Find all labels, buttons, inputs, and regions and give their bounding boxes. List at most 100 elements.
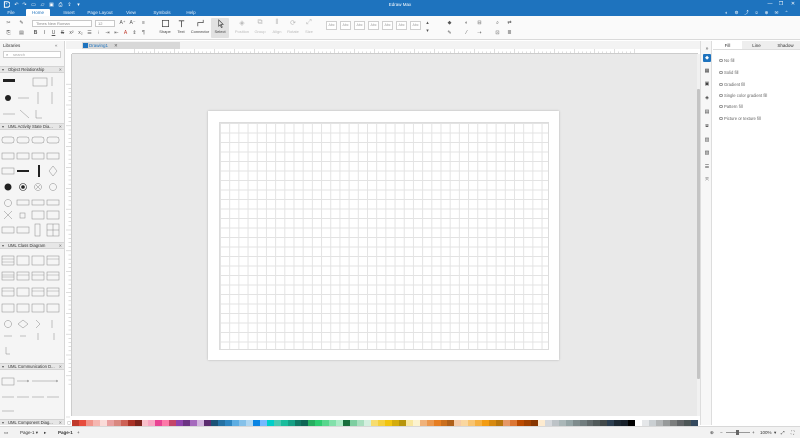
library-section-uml-activity[interactable]: ▾ UML Activity State Dia... ✕: [0, 123, 64, 130]
zoom-level[interactable]: 100%: [760, 430, 772, 435]
format-painter-icon[interactable]: ✎: [18, 20, 25, 27]
bullets-icon[interactable]: ☰: [86, 30, 93, 37]
tab-view[interactable]: View: [120, 9, 142, 16]
indent-icon[interactable]: ⇥: [104, 30, 111, 37]
layers-panel-icon[interactable]: ◈: [703, 94, 711, 102]
tab-page-layout[interactable]: Page Layout: [84, 9, 116, 16]
position-button[interactable]: ◈ Position: [233, 18, 251, 38]
style-sample-2[interactable]: Abc: [340, 21, 351, 30]
style-sample-6[interactable]: Abc: [396, 21, 407, 30]
uml-communication-shapes[interactable]: [0, 371, 65, 419]
shrink-font-icon[interactable]: A⁻: [129, 20, 136, 27]
collapse-ribbon-icon[interactable]: ⌃: [783, 9, 790, 16]
zoom-dropdown-icon[interactable]: ▾: [774, 430, 776, 436]
arrow-style-icon[interactable]: ⇢: [476, 30, 483, 37]
close-tab-icon[interactable]: ✕: [114, 42, 118, 49]
user-icon[interactable]: ☺: [753, 9, 760, 16]
library-section-uml-communication[interactable]: ▾ UML Communication D... ✕: [0, 363, 64, 370]
chart-panel-icon[interactable]: ⧈: [703, 122, 711, 130]
library-section-object-relationship[interactable]: ▾ Object Relationship ✕: [0, 66, 64, 73]
arrange-icon[interactable]: ⊟: [476, 20, 483, 27]
fit-page-icon[interactable]: ⊕: [710, 430, 714, 436]
lock-icon[interactable]: ⊡: [494, 30, 501, 37]
object-relationship-shapes[interactable]: [0, 74, 65, 124]
style-sample-1[interactable]: Abc: [326, 21, 337, 30]
font-size-select[interactable]: 12: [95, 20, 115, 27]
outdent-icon[interactable]: ⇤: [113, 30, 120, 37]
cart-icon[interactable]: ⊕: [763, 9, 770, 16]
replace-icon[interactable]: ⇄: [506, 20, 513, 27]
tab-insert[interactable]: Insert: [56, 9, 82, 16]
font-color-icon[interactable]: A: [122, 30, 129, 37]
tab-file[interactable]: File: [2, 9, 20, 16]
document-panel-icon[interactable]: ▤: [703, 108, 711, 116]
close-section-icon[interactable]: ✕: [59, 364, 62, 370]
radio-icon[interactable]: [719, 70, 723, 74]
fit-window-icon[interactable]: ⤢: [781, 430, 785, 435]
superscript-icon[interactable]: x²: [68, 30, 75, 37]
select-tool-button[interactable]: Select: [211, 18, 229, 38]
style-sample-3[interactable]: Abc: [354, 21, 365, 30]
styles-scroll-down-icon[interactable]: ▾: [424, 28, 431, 35]
cut-icon[interactable]: ✂: [5, 20, 12, 27]
layers-icon[interactable]: ≣: [506, 30, 513, 37]
page-selector[interactable]: Page-1 ▾: [20, 430, 38, 436]
text-style-icon[interactable]: ¶: [140, 30, 147, 37]
text-align-icon[interactable]: ≡: [140, 20, 147, 27]
radio-icon[interactable]: [719, 116, 723, 120]
document-tab[interactable]: Drawing1 ✕: [82, 42, 180, 49]
styles-scroll-up-icon[interactable]: ▴: [424, 20, 431, 27]
close-section-icon[interactable]: ✕: [59, 243, 62, 249]
message-icon[interactable]: ✉: [773, 9, 780, 16]
radio-icon[interactable]: [719, 82, 723, 86]
share-icon[interactable]: ⤴: [743, 9, 750, 16]
close-button[interactable]: ✕: [788, 1, 798, 8]
settings-icon[interactable]: ⚙: [733, 9, 740, 16]
fill-option-picture[interactable]: Picture or texture fill: [719, 116, 761, 121]
fit-panel-icon[interactable]: ⤧: [703, 176, 711, 184]
fill-color-icon[interactable]: ◆: [446, 20, 453, 27]
strikethrough-icon[interactable]: S: [59, 30, 66, 37]
uml-activity-shapes[interactable]: [0, 131, 65, 241]
fill-option-solid[interactable]: Solid fill: [719, 70, 738, 75]
radio-icon[interactable]: [719, 93, 723, 97]
tab-help[interactable]: Help: [182, 9, 200, 16]
library-section-uml-component[interactable]: ▾ UML Component Diag... ✕: [0, 419, 64, 425]
page-view-icon[interactable]: ▭: [4, 430, 8, 436]
tab-home[interactable]: Home: [26, 9, 50, 16]
close-section-icon[interactable]: ✕: [59, 420, 62, 425]
line-style-icon[interactable]: ⁄: [463, 30, 470, 37]
italic-icon[interactable]: I: [41, 30, 48, 37]
fullscreen-icon[interactable]: ⛶: [791, 430, 794, 435]
grow-font-icon[interactable]: A⁺: [119, 20, 126, 27]
bold-icon[interactable]: B: [32, 30, 39, 37]
zoom-slider-thumb[interactable]: [736, 430, 739, 435]
copy-icon[interactable]: ⎘: [5, 30, 12, 37]
fill-option-gradient[interactable]: Gradient fill: [719, 82, 745, 87]
fill-option-no-fill[interactable]: No fill: [719, 58, 734, 63]
attachment-panel-icon[interactable]: ▥: [703, 136, 711, 144]
connector-tool-button[interactable]: Connector: [189, 18, 211, 38]
collapse-panel-icon[interactable]: «: [55, 41, 58, 50]
radio-icon[interactable]: [719, 58, 723, 62]
text-direction-icon[interactable]: ⇕: [131, 30, 138, 37]
page-prev-icon[interactable]: ▸: [44, 430, 46, 436]
grid-panel-icon[interactable]: ▦: [703, 67, 711, 75]
drawing-canvas[interactable]: [72, 54, 698, 416]
style-sample-5[interactable]: Abc: [382, 21, 393, 30]
add-page-icon[interactable]: +: [77, 430, 80, 435]
minimize-button[interactable]: —: [765, 1, 775, 8]
history-panel-icon[interactable]: ▧: [703, 149, 711, 157]
paste-icon[interactable]: ▤: [18, 30, 25, 37]
subscript-icon[interactable]: x₂: [77, 30, 84, 37]
maximize-button[interactable]: ❐: [776, 1, 786, 8]
tab-line[interactable]: Line: [742, 41, 771, 49]
text-tool-button[interactable]: Text: [172, 18, 190, 38]
close-section-icon[interactable]: ✕: [59, 67, 62, 73]
page-tab[interactable]: Page-1: [58, 430, 73, 435]
outline-panel-icon[interactable]: ☰: [703, 163, 711, 171]
find-icon[interactable]: ⌕: [494, 20, 501, 27]
library-section-uml-class[interactable]: ▾ UML Class Diagram ✕: [0, 242, 64, 249]
theme-icon[interactable]: ◐: [723, 9, 730, 16]
style-sample-4[interactable]: Abc: [368, 21, 379, 30]
